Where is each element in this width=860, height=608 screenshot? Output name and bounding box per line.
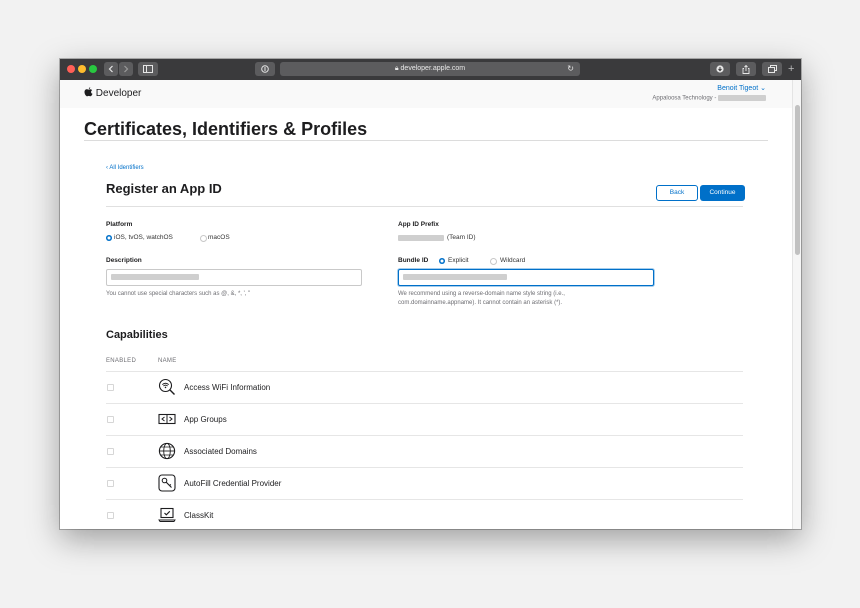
- tabs-overview-button[interactable]: [762, 62, 782, 76]
- prefix-label: App ID Prefix: [398, 221, 439, 228]
- new-tab-button[interactable]: +: [788, 64, 794, 75]
- app-groups-icon: [158, 413, 176, 425]
- laptop-check-icon: [158, 507, 176, 522]
- capability-row: App Groups: [106, 403, 743, 436]
- capability-checkbox[interactable]: [107, 512, 114, 519]
- page-scrollbar[interactable]: [792, 80, 801, 529]
- capability-row: AutoFill Credential Provider: [106, 467, 743, 500]
- browser-window: 🔒︎ developer.apple.com ↻ + Developer Ben…: [60, 59, 801, 529]
- platform-label: Platform: [106, 221, 133, 228]
- tabs-icon: [767, 65, 777, 73]
- continue-button[interactable]: Continue: [700, 185, 745, 201]
- chevron-down-icon: ⌄: [760, 85, 766, 92]
- globe-icon: [158, 442, 176, 460]
- section-divider: [106, 206, 743, 207]
- sidebar-icon: [143, 65, 153, 73]
- column-name: NAME: [158, 358, 177, 364]
- share-button[interactable]: [736, 62, 756, 76]
- prefix-suffix: (Team ID): [447, 234, 476, 241]
- chevron-right-icon: [124, 65, 129, 73]
- download-icon: [716, 65, 724, 73]
- lock-icon: 🔒︎: [394, 65, 399, 72]
- capability-row: Associated Domains: [106, 435, 743, 468]
- redacted-bundle-id-value: [403, 274, 507, 280]
- address-bar[interactable]: 🔒︎ developer.apple.com ↻: [280, 62, 580, 76]
- bundle-id-label: Bundle ID: [398, 257, 429, 264]
- all-identifiers-link[interactable]: ‹ All Identifiers: [106, 165, 144, 171]
- share-icon: [742, 65, 750, 74]
- forward-nav-button[interactable]: [119, 62, 133, 76]
- page-title: Certificates, Identifiers & Profiles: [84, 119, 368, 139]
- redacted-team-id: [718, 95, 766, 101]
- title-divider: [84, 140, 768, 141]
- developer-logo[interactable]: Developer: [84, 87, 141, 99]
- bundle-explicit-label[interactable]: Explicit: [448, 257, 469, 264]
- bundle-wildcard-radio[interactable]: [490, 258, 497, 265]
- minimize-window-button[interactable]: [78, 65, 86, 73]
- capability-name: AutoFill Credential Provider: [184, 479, 282, 488]
- description-hint: You cannot use special characters such a…: [106, 291, 251, 297]
- platform-ios-radio[interactable]: [106, 235, 112, 241]
- team-info: Appaloosa Technology -: [652, 95, 766, 102]
- zoom-window-button[interactable]: [89, 65, 97, 73]
- url-text: developer.apple.com: [400, 65, 466, 72]
- platform-macos-radio[interactable]: [200, 235, 207, 242]
- description-input[interactable]: [106, 269, 362, 286]
- capability-name: ClassKit: [184, 511, 214, 520]
- description-label: Description: [106, 257, 142, 264]
- brand-text: Developer: [95, 88, 142, 99]
- downloads-button[interactable]: [710, 62, 730, 76]
- wifi-magnifier-icon: [158, 378, 175, 395]
- privacy-report-button[interactable]: [255, 62, 275, 76]
- capability-name: Associated Domains: [184, 447, 257, 456]
- capability-checkbox[interactable]: [107, 416, 114, 423]
- back-button[interactable]: Back: [656, 185, 698, 201]
- capability-row: Access WiFi Information: [106, 371, 743, 404]
- capability-checkbox[interactable]: [107, 384, 114, 391]
- capability-name: App Groups: [184, 415, 227, 424]
- back-nav-button[interactable]: [104, 62, 118, 76]
- section-title: Register an App ID: [106, 181, 222, 196]
- redacted-description-value: [111, 274, 199, 280]
- close-window-button[interactable]: [67, 65, 75, 73]
- team-name: Appaloosa Technology -: [652, 95, 717, 102]
- site-header: Developer Benoit Tigeot ⌄ Appaloosa Tech…: [60, 80, 793, 108]
- bundle-hint-line-2: com.domainname.appname). It cannot conta…: [398, 300, 563, 306]
- bundle-wildcard-label[interactable]: Wildcard: [500, 257, 525, 264]
- bundle-id-input[interactable]: [398, 269, 654, 286]
- chevron-left-icon: [108, 65, 113, 73]
- user-name: Benoit Tigeot: [717, 85, 759, 92]
- sidebar-toggle-button[interactable]: [138, 62, 158, 76]
- platform-ios-label[interactable]: iOS, tvOS, watchOS: [114, 234, 173, 241]
- bundle-explicit-radio[interactable]: [439, 258, 445, 264]
- web-page: Developer Benoit Tigeot ⌄ Appaloosa Tech…: [60, 80, 793, 529]
- redacted-prefix: [398, 235, 444, 241]
- bundle-hint-line-1: We recommend using a reverse-domain name…: [398, 291, 565, 297]
- capability-checkbox[interactable]: [107, 448, 114, 455]
- capability-checkbox[interactable]: [107, 480, 114, 487]
- reload-icon[interactable]: ↻: [567, 62, 574, 76]
- capabilities-title: Capabilities: [106, 329, 168, 341]
- column-enabled: ENABLED: [106, 358, 137, 364]
- shield-icon: [261, 65, 269, 73]
- apple-logo-icon: [84, 87, 93, 97]
- capability-name: Access WiFi Information: [184, 383, 271, 392]
- browser-toolbar: 🔒︎ developer.apple.com ↻: [60, 59, 801, 80]
- account-menu[interactable]: Benoit Tigeot ⌄: [717, 84, 766, 92]
- scrollbar-thumb[interactable]: [795, 105, 800, 255]
- platform-macos-label[interactable]: macOS: [208, 234, 230, 241]
- key-icon: [158, 474, 176, 492]
- capability-row: ClassKit: [106, 499, 743, 529]
